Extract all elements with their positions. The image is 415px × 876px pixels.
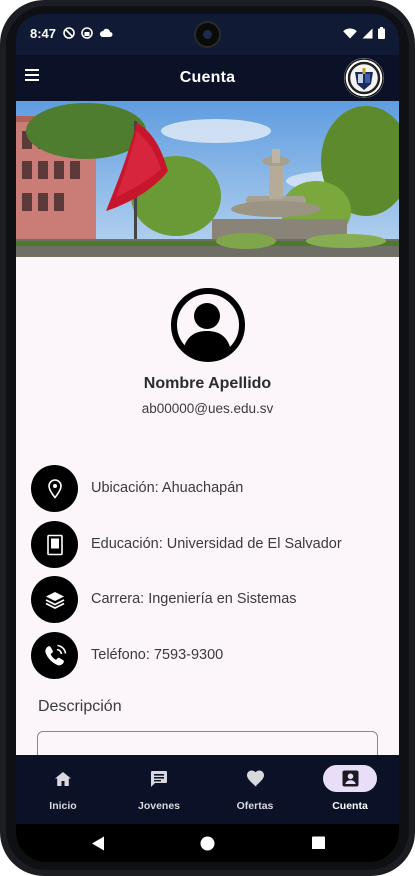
bottom-navigation: Inicio Jovenes Ofertas Cuenta (16, 755, 399, 824)
info-icon-circle (31, 632, 78, 679)
wifi-icon (343, 27, 357, 38)
nav-label-inicio: Inicio (49, 800, 77, 812)
nav-label-ofertas: Ofertas (236, 800, 274, 812)
info-icon-circle (31, 465, 78, 512)
vpn-icon (81, 27, 93, 39)
page-title: Cuenta (179, 69, 236, 86)
account-circle-icon (171, 288, 245, 362)
nav-pill (36, 765, 90, 792)
info-text-phone: Teléfono: 7593-9300 (91, 647, 224, 663)
info-icon-circle (31, 521, 78, 568)
description-label: Descripción (38, 698, 122, 715)
book-icon (46, 534, 63, 555)
status-time: 8:47 (30, 26, 57, 41)
nav-pill-active (323, 765, 377, 792)
status-icons-left (63, 27, 113, 39)
nav-item-jovenes[interactable]: Jovenes (112, 755, 208, 824)
system-navigation-bar (16, 824, 399, 862)
profile-name: Nombre Apellido (143, 375, 272, 392)
location-pin-icon (47, 478, 62, 499)
nav-label-cuenta: Cuenta (332, 800, 368, 812)
nav-item-cuenta[interactable]: Cuenta (303, 755, 399, 824)
nav-pill (132, 765, 186, 792)
phone-ringing-icon (44, 644, 66, 665)
content-area: Nombre Apellido ab00000@ues.edu.sv Ubica… (16, 101, 399, 755)
account-box-icon (342, 770, 358, 787)
status-bar: 8:47 (16, 14, 399, 55)
back-icon[interactable] (91, 836, 105, 851)
recents-icon[interactable] (312, 836, 325, 849)
nav-pill (228, 765, 282, 792)
home-circle-icon[interactable] (200, 836, 215, 851)
info-row-location: Ubicación: Ahuachapán (31, 465, 381, 513)
layers-icon (45, 591, 64, 609)
university-logo[interactable] (344, 58, 384, 98)
heart-icon (246, 770, 264, 787)
info-icon-circle (31, 576, 78, 623)
nav-label-jovenes: Jovenes (137, 800, 181, 812)
cloud-icon (99, 28, 113, 37)
do-not-disturb-icon (63, 27, 75, 39)
info-row-career: Carrera: Ingeniería en Sistemas (31, 576, 381, 624)
nav-item-inicio[interactable]: Inicio (16, 755, 112, 824)
signal-icon (362, 28, 373, 38)
campus-banner-image (16, 101, 399, 257)
profile-email: ab00000@ues.edu.sv (141, 401, 274, 416)
info-row-phone: Teléfono: 7593-9300 (31, 632, 381, 680)
screen: 8:47 Cuenta Nombre Apellido ab00000@ues.… (16, 14, 399, 862)
info-text-location: Ubicación: Ahuachapán (91, 480, 244, 496)
info-row-education: Educación: Universidad de El Salvador (31, 521, 381, 569)
nav-item-ofertas[interactable]: Ofertas (208, 755, 304, 824)
description-field[interactable] (37, 731, 378, 755)
home-icon (55, 771, 71, 786)
info-text-career: Carrera: Ingeniería en Sistemas (91, 591, 297, 607)
front-camera (194, 21, 221, 48)
info-text-education: Educación: Universidad de El Salvador (91, 536, 342, 552)
phone-frame: 8:47 Cuenta Nombre Apellido ab00000@ues.… (0, 0, 415, 876)
avatar (170, 287, 246, 363)
battery-icon (378, 27, 385, 39)
app-bar: Cuenta (16, 55, 399, 101)
chat-icon (151, 770, 167, 787)
status-icons-right (343, 27, 385, 39)
